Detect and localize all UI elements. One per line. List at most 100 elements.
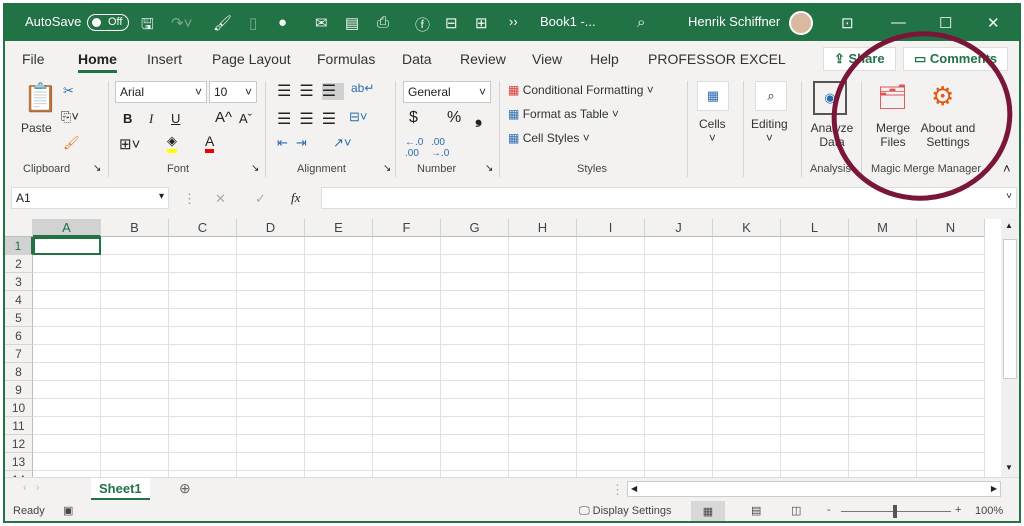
sheet-nav-icons[interactable]: ‹ › bbox=[23, 482, 40, 494]
cell-A3[interactable] bbox=[33, 273, 101, 291]
cell-B12[interactable] bbox=[101, 435, 169, 453]
cell-B5[interactable] bbox=[101, 309, 169, 327]
cell-H13[interactable] bbox=[509, 453, 577, 471]
cell-styles-button[interactable]: ▦ Cell Styles ˅ bbox=[508, 131, 590, 145]
cell-J10[interactable] bbox=[645, 399, 713, 417]
grow-font-button[interactable]: A^ bbox=[215, 109, 232, 126]
cell-G6[interactable] bbox=[441, 327, 509, 345]
column-header-D[interactable]: D bbox=[237, 219, 305, 237]
cell-N5[interactable] bbox=[917, 309, 985, 327]
column-header-F[interactable]: F bbox=[373, 219, 441, 237]
column-header-B[interactable]: B bbox=[101, 219, 169, 237]
cell-K13[interactable] bbox=[713, 453, 781, 471]
cell-J6[interactable] bbox=[645, 327, 713, 345]
cell-C1[interactable] bbox=[169, 237, 237, 255]
name-box[interactable]: A1 ▾ bbox=[11, 187, 169, 209]
font-color-button[interactable]: A bbox=[205, 133, 215, 153]
cell-E6[interactable] bbox=[305, 327, 373, 345]
cells-button[interactable]: Cells ˅ bbox=[699, 117, 726, 145]
cell-N8[interactable] bbox=[917, 363, 985, 381]
cell-H10[interactable] bbox=[509, 399, 577, 417]
cell-I10[interactable] bbox=[577, 399, 645, 417]
cell-H6[interactable] bbox=[509, 327, 577, 345]
tab-help[interactable]: Help bbox=[590, 51, 619, 67]
collapse-ribbon-icon[interactable]: ˄ bbox=[1003, 161, 1011, 176]
cell-I11[interactable] bbox=[577, 417, 645, 435]
cell-E4[interactable] bbox=[305, 291, 373, 309]
cell-B10[interactable] bbox=[101, 399, 169, 417]
cell-G12[interactable] bbox=[441, 435, 509, 453]
row-header-12[interactable]: 12 bbox=[5, 435, 33, 453]
cell-D9[interactable] bbox=[237, 381, 305, 399]
format-painter-icon[interactable]: 🖌 bbox=[213, 14, 232, 32]
cell-C9[interactable] bbox=[169, 381, 237, 399]
cell-B8[interactable] bbox=[101, 363, 169, 381]
cell-I9[interactable] bbox=[577, 381, 645, 399]
column-header-C[interactable]: C bbox=[169, 219, 237, 237]
cell-L9[interactable] bbox=[781, 381, 849, 399]
cell-M11[interactable] bbox=[849, 417, 917, 435]
cell-H12[interactable] bbox=[509, 435, 577, 453]
cell-L5[interactable] bbox=[781, 309, 849, 327]
column-header-J[interactable]: J bbox=[645, 219, 713, 237]
cell-H3[interactable] bbox=[509, 273, 577, 291]
cell-N2[interactable] bbox=[917, 255, 985, 273]
cell-G7[interactable] bbox=[441, 345, 509, 363]
merge-center-icon[interactable]: ⊟˅ bbox=[349, 109, 367, 125]
cell-H8[interactable] bbox=[509, 363, 577, 381]
cell-A11[interactable] bbox=[33, 417, 101, 435]
cell-C3[interactable] bbox=[169, 273, 237, 291]
cell-F4[interactable] bbox=[373, 291, 441, 309]
cell-L1[interactable] bbox=[781, 237, 849, 255]
orientation-icon[interactable]: ↗˅ bbox=[333, 135, 351, 151]
cell-F6[interactable] bbox=[373, 327, 441, 345]
cell-I12[interactable] bbox=[577, 435, 645, 453]
about-settings-button[interactable]: About and Settings bbox=[917, 121, 979, 149]
cell-F7[interactable] bbox=[373, 345, 441, 363]
cell-H7[interactable] bbox=[509, 345, 577, 363]
horizontal-scrollbar[interactable]: ◀ ▶ bbox=[627, 481, 1001, 497]
cell-E10[interactable] bbox=[305, 399, 373, 417]
minimize-icon[interactable]: — bbox=[891, 14, 906, 31]
save-icon[interactable]: 🖫 bbox=[141, 14, 154, 39]
cell-M13[interactable] bbox=[849, 453, 917, 471]
shrink-font-button[interactable]: Aˇ bbox=[239, 111, 252, 126]
cell-K11[interactable] bbox=[713, 417, 781, 435]
tab-file[interactable]: File bbox=[22, 51, 45, 67]
format-as-table-button[interactable]: ▦ Format as Table ˅ bbox=[508, 107, 619, 121]
add-sheet-icon[interactable]: ⊕ bbox=[179, 480, 191, 497]
decrease-decimal-button[interactable]: .00 →.0 bbox=[431, 137, 453, 159]
cell-L7[interactable] bbox=[781, 345, 849, 363]
tab-data[interactable]: Data bbox=[402, 51, 432, 67]
cell-E9[interactable] bbox=[305, 381, 373, 399]
scroll-thumb[interactable] bbox=[1003, 239, 1017, 379]
paste-button[interactable]: Paste bbox=[21, 121, 52, 135]
cell-K10[interactable] bbox=[713, 399, 781, 417]
cell-E1[interactable] bbox=[305, 237, 373, 255]
cell-E5[interactable] bbox=[305, 309, 373, 327]
comma-button[interactable]: ❟ bbox=[475, 107, 482, 128]
zoom-out-button[interactable]: - bbox=[827, 504, 831, 516]
cell-C5[interactable] bbox=[169, 309, 237, 327]
cell-A10[interactable] bbox=[33, 399, 101, 417]
cell-C4[interactable] bbox=[169, 291, 237, 309]
cell-M4[interactable] bbox=[849, 291, 917, 309]
cell-G1[interactable] bbox=[441, 237, 509, 255]
enter-icon[interactable]: ✓ bbox=[255, 191, 266, 207]
tab-page-layout[interactable]: Page Layout bbox=[212, 51, 291, 67]
row-header-6[interactable]: 6 bbox=[5, 327, 33, 345]
cell-J8[interactable] bbox=[645, 363, 713, 381]
cell-L11[interactable] bbox=[781, 417, 849, 435]
cell-N11[interactable] bbox=[917, 417, 985, 435]
cell-J11[interactable] bbox=[645, 417, 713, 435]
cell-G2[interactable] bbox=[441, 255, 509, 273]
cell-K1[interactable] bbox=[713, 237, 781, 255]
cell-G4[interactable] bbox=[441, 291, 509, 309]
cell-J5[interactable] bbox=[645, 309, 713, 327]
cell-G3[interactable] bbox=[441, 273, 509, 291]
cell-A4[interactable] bbox=[33, 291, 101, 309]
row-header-2[interactable]: 2 bbox=[5, 255, 33, 273]
cell-C12[interactable] bbox=[169, 435, 237, 453]
record-icon[interactable]: ● bbox=[278, 14, 287, 31]
cell-A13[interactable] bbox=[33, 453, 101, 471]
